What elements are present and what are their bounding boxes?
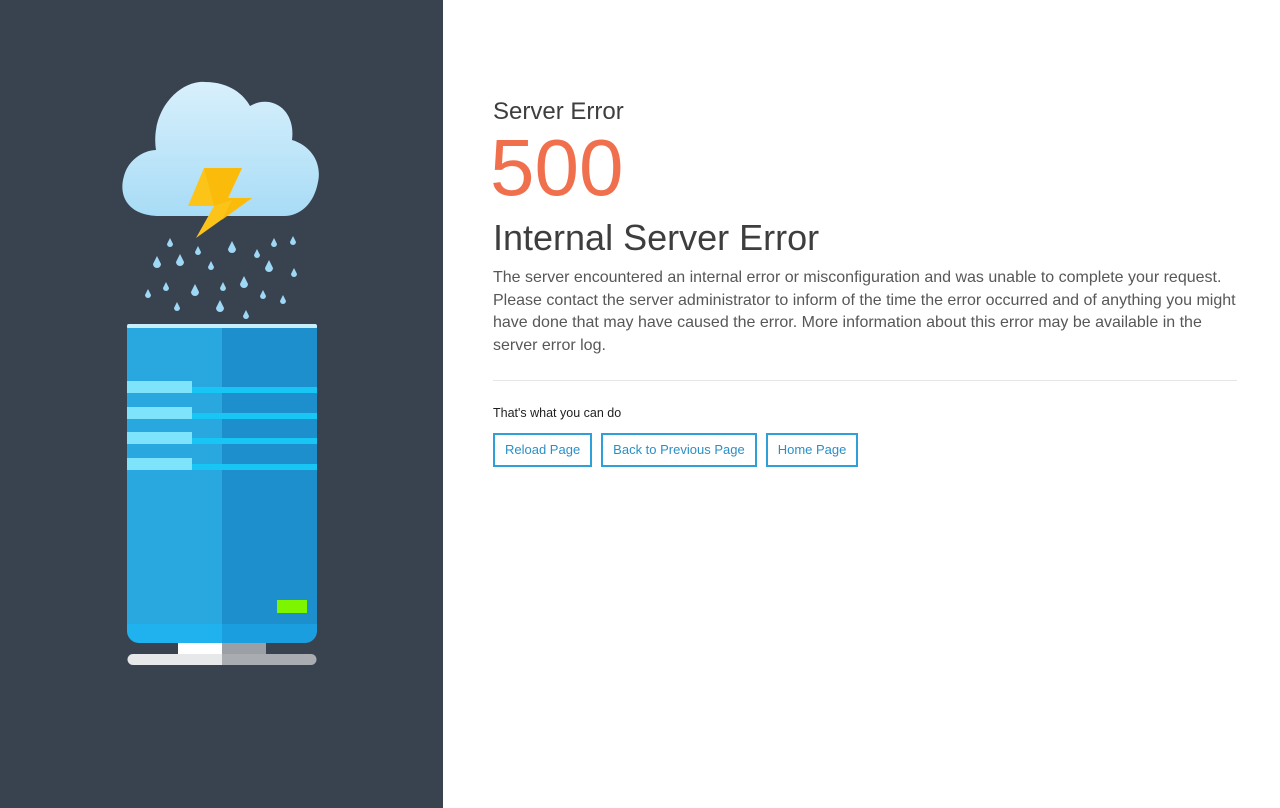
error-message: The server encountered an internal error…: [493, 269, 1236, 354]
home-page-button[interactable]: Home Page: [765, 433, 859, 468]
illustration-panel: [0, 0, 443, 808]
divider: [493, 380, 1237, 382]
error-eyebrow: Server Error: [493, 98, 624, 125]
error-page: Server Error 500 Internal Server Error T…: [0, 0, 1280, 808]
action-buttons: Reload Page Back to Previous Page Home P…: [493, 433, 1237, 468]
status-light-icon: [277, 600, 307, 613]
server-icon: [127, 324, 317, 665]
error-content: Server Error 500 Internal Server Error T…: [490, 98, 1237, 468]
rain-drops: [145, 236, 297, 319]
reload-page-button[interactable]: Reload Page: [493, 433, 593, 468]
error-headline: Internal Server Error: [493, 217, 820, 258]
actions-title: That's what you can do: [493, 406, 622, 421]
back-to-previous-page-button[interactable]: Back to Previous Page: [601, 433, 757, 468]
error-code: 500: [490, 123, 624, 212]
content-panel: Server Error 500 Internal Server Error T…: [443, 0, 1280, 808]
server-storm-illustration: [122, 81, 319, 665]
